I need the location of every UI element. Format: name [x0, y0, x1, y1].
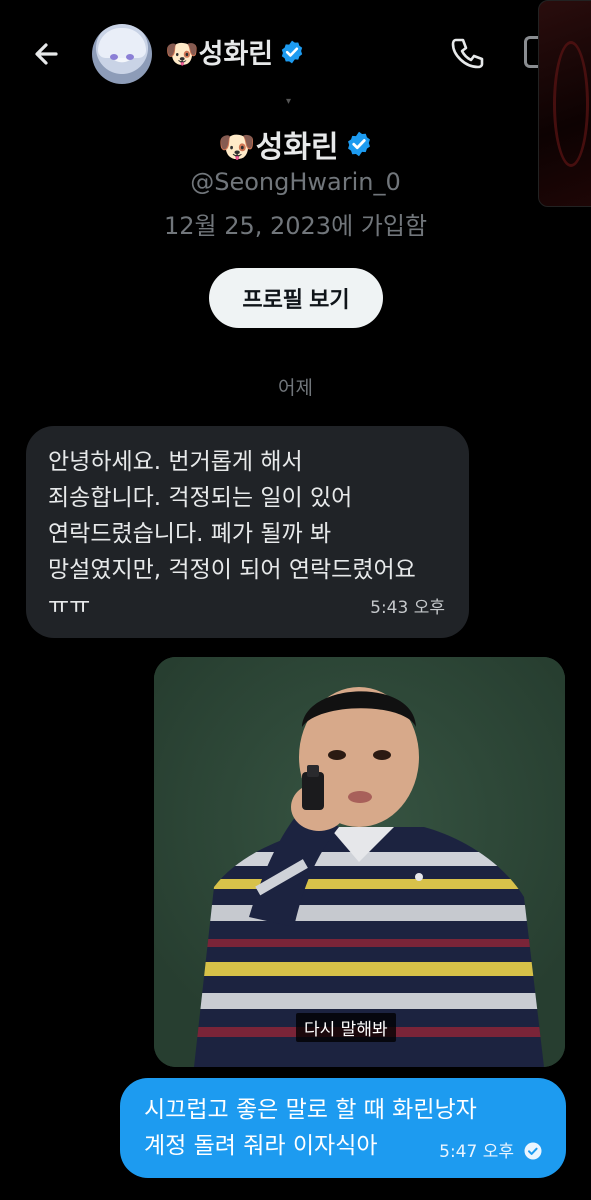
- verified-badge-icon: [281, 40, 303, 63]
- profile-name-row: 🐶성화린: [0, 122, 591, 166]
- incoming-message-bubble[interactable]: 안녕하세요. 번거롭게 해서 죄송합니다. 걱정되는 일이 있어 연락드렸습니다…: [26, 426, 469, 638]
- header-user-name-row[interactable]: 🐶성화린: [165, 32, 305, 71]
- date-separator: 어제: [278, 377, 313, 399]
- view-profile-button[interactable]: 프로필 보기: [209, 268, 383, 328]
- verified-badge-icon: [347, 131, 370, 157]
- message-timestamp: 5:43 오후: [370, 598, 445, 618]
- scroll-indicator-icon: ▾: [286, 96, 292, 107]
- outgoing-image-message[interactable]: 다시 말해봐: [154, 657, 565, 1067]
- arrow-left-icon[interactable]: [26, 32, 70, 76]
- image-subtitle: 다시 말해봐: [296, 1013, 396, 1042]
- profile-handle: @SeongHwarin_0: [190, 168, 401, 196]
- conversation-header: 🐶성화린: [0, 0, 591, 108]
- read-check-icon: [524, 1142, 542, 1160]
- profile-name: 🐶성화린: [218, 130, 339, 165]
- message-timestamp: 5:47 오후: [439, 1142, 514, 1162]
- header-user-name: 🐶성화린: [165, 39, 274, 70]
- outgoing-message-bubble[interactable]: 시끄럽고 좋은 말로 할 때 화린낭자 계정 돌려 줘라 이자식아 5:47 오…: [120, 1078, 566, 1178]
- profile-joined-date: 12월 25, 2023에 가입함: [163, 212, 428, 240]
- meme-photo: [154, 657, 565, 1067]
- phone-icon[interactable]: [448, 34, 486, 72]
- avatar[interactable]: [92, 24, 152, 84]
